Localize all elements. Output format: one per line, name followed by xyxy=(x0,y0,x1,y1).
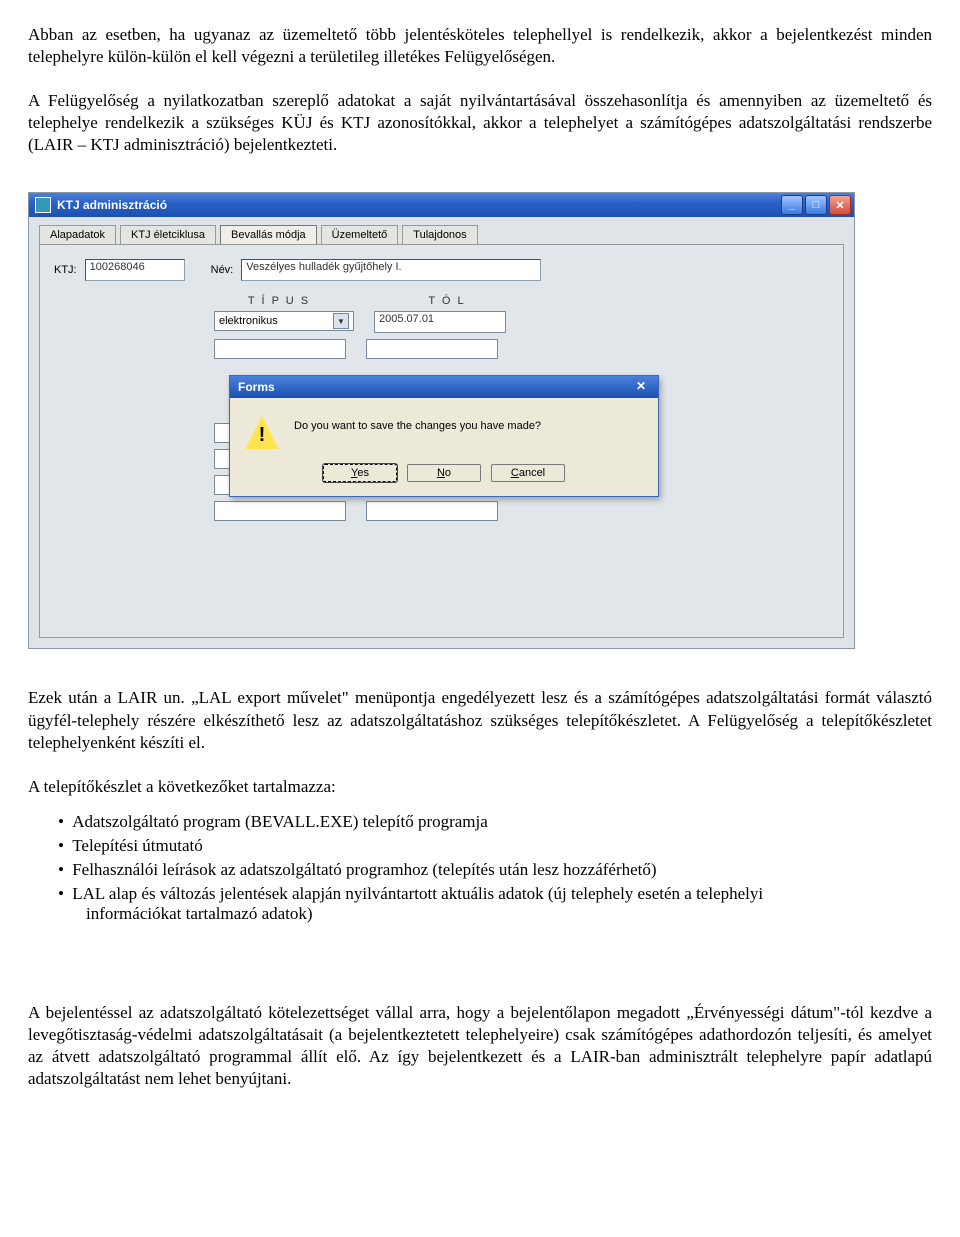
list-item: Telepítési útmutató xyxy=(58,836,932,856)
empty-row-5a[interactable] xyxy=(214,501,346,521)
dialog-close-button[interactable]: ✕ xyxy=(636,379,654,395)
tab-ktj-eletciklusa[interactable]: KTJ életciklusa xyxy=(120,225,216,244)
embedded-screenshot: KTJ adminisztráció _ □ ✕ Alapadatok KTJ … xyxy=(28,192,932,649)
close-button[interactable]: ✕ xyxy=(829,195,851,215)
window-title: KTJ adminisztráció xyxy=(57,198,779,212)
ktj-field[interactable]: 100268046 xyxy=(85,259,185,281)
empty-row-1a[interactable] xyxy=(214,339,346,359)
dialog-title: Forms xyxy=(238,380,275,394)
window-titlebar: KTJ adminisztráció _ □ ✕ xyxy=(29,193,854,217)
form-panel: KTJ: 100268046 Név: Veszélyes hulladék g… xyxy=(39,244,844,638)
chevron-down-icon: ▼ xyxy=(333,313,349,329)
list-item: LAL alap és változás jelentések alapján … xyxy=(58,884,932,924)
list-intro: A telepítőkészlet a következőket tartalm… xyxy=(28,776,932,798)
list-item: Adatszolgáltató program (BEVALL.EXE) tel… xyxy=(58,812,932,832)
intro-paragraph-1: Abban az esetben, ha ugyanaz az üzemelte… xyxy=(28,24,932,68)
paragraph-after-screenshot: Ezek után a LAIR un. „LAL export művelet… xyxy=(28,687,932,753)
tab-alapadatok[interactable]: Alapadatok xyxy=(39,225,116,244)
tol-date-field[interactable]: 2005.07.01 xyxy=(374,311,506,333)
ktj-label: KTJ: xyxy=(54,264,77,276)
minimize-button[interactable]: _ xyxy=(781,195,803,215)
intro-paragraph-2: A Felügyelőség a nyilatkozatban szereplő… xyxy=(28,90,932,156)
tipus-select[interactable]: elektronikus ▼ xyxy=(214,311,354,331)
list-item: Felhasználói leírások az adatszolgáltató… xyxy=(58,860,932,880)
app-icon xyxy=(35,197,51,213)
dialog-titlebar: Forms ✕ xyxy=(230,376,658,398)
list-item-line1: LAL alap és változás jelentések alapján … xyxy=(72,884,763,903)
tipus-select-value: elektronikus xyxy=(219,315,278,327)
nev-label: Név: xyxy=(211,264,234,276)
app-window: KTJ adminisztráció _ □ ✕ Alapadatok KTJ … xyxy=(28,192,855,649)
confirm-dialog: Forms ✕ ! Do you want to save the change… xyxy=(229,375,659,497)
closing-paragraph: A bejelentéssel az adatszolgáltató kötel… xyxy=(28,1002,932,1090)
column-header-tol: T Ó L xyxy=(382,295,512,307)
cancel-button[interactable]: CancelCancel xyxy=(491,464,565,482)
nev-field[interactable]: Veszélyes hulladék gyűjtőhely I. xyxy=(241,259,541,281)
tab-bar: Alapadatok KTJ életciklusa Bevallás módj… xyxy=(29,217,854,244)
install-kit-list: Adatszolgáltató program (BEVALL.EXE) tel… xyxy=(28,812,932,924)
no-button[interactable]: NoNo xyxy=(407,464,481,482)
tab-tulajdonos[interactable]: Tulajdonos xyxy=(402,225,477,244)
yes-button[interactable]: YYeses xyxy=(323,464,397,482)
tab-bevallas-modja[interactable]: Bevallás módja xyxy=(220,225,317,244)
warning-icon: ! xyxy=(244,414,280,450)
tab-uzemelteto[interactable]: Üzemeltető xyxy=(321,225,399,244)
empty-row-1b[interactable] xyxy=(366,339,498,359)
maximize-button[interactable]: □ xyxy=(805,195,827,215)
empty-row-5b[interactable] xyxy=(366,501,498,521)
dialog-message: Do you want to save the changes you have… xyxy=(294,414,541,432)
column-header-tipus: T Í P U S xyxy=(214,295,344,307)
list-item-line2: információkat tartalmazó adatok) xyxy=(58,904,932,924)
